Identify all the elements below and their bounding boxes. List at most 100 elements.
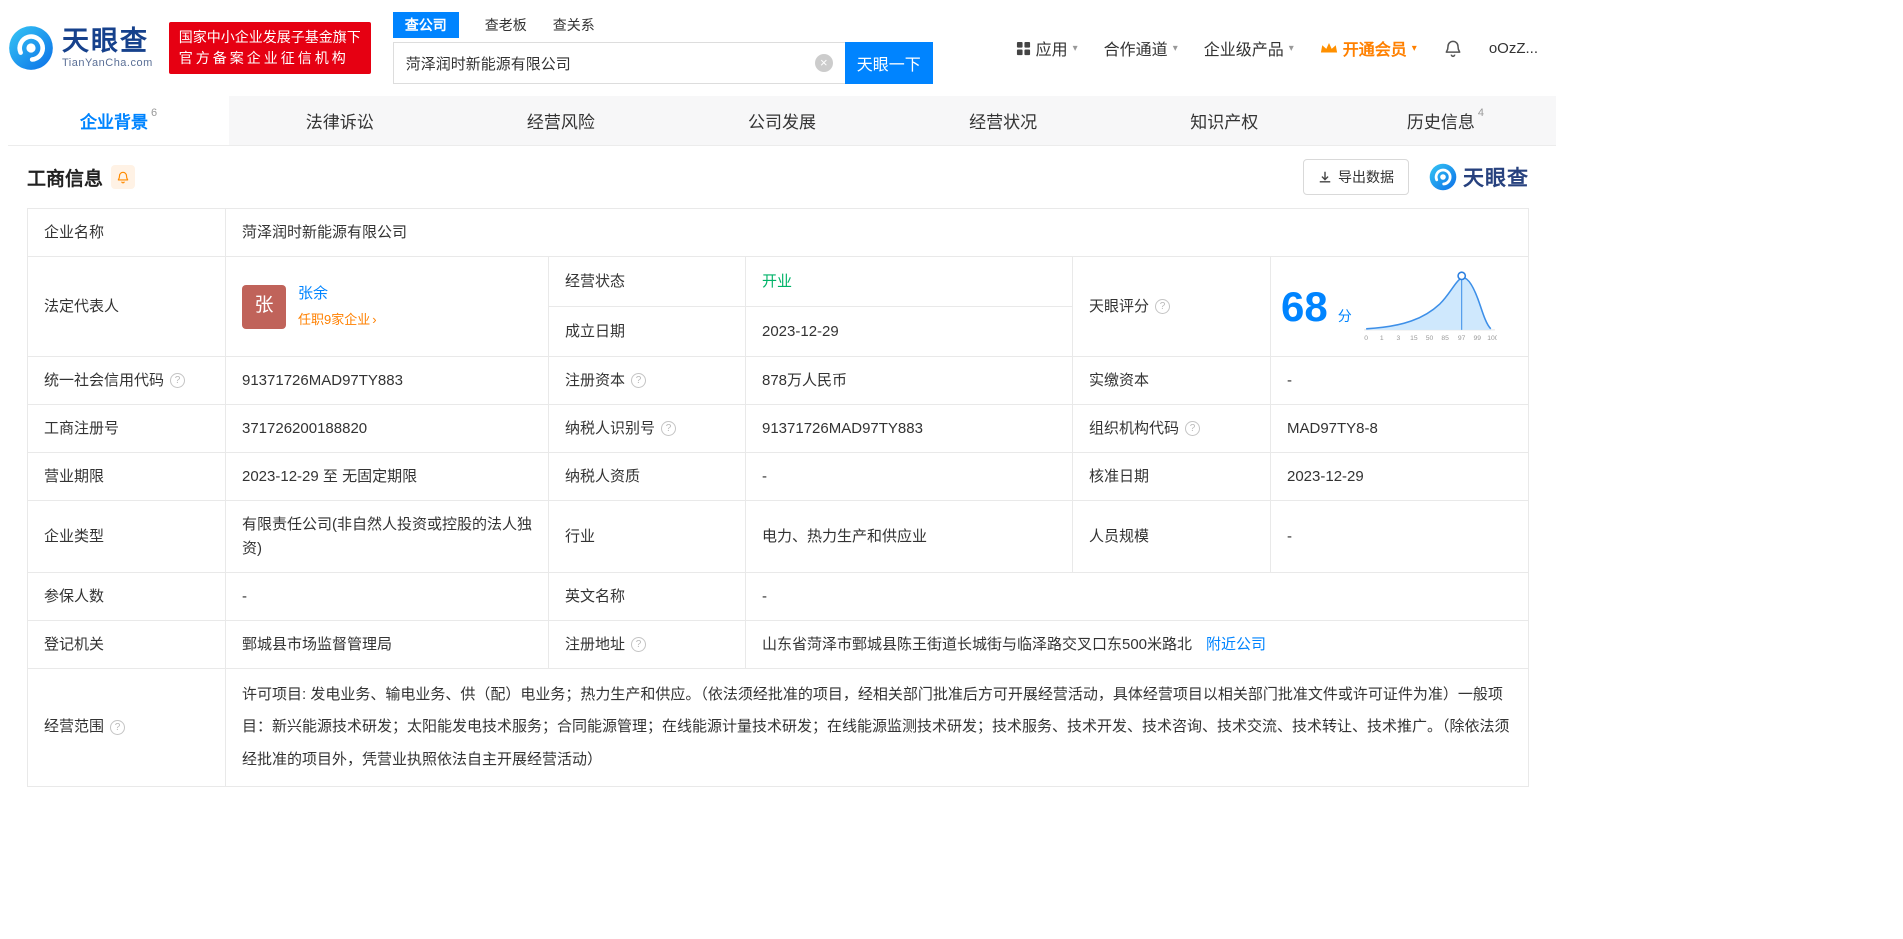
nav-tab-risk[interactable]: 经营风险 [450, 96, 671, 145]
help-icon[interactable]: ? [631, 373, 647, 388]
nav-tab-count: 6 [151, 107, 158, 119]
clear-icon[interactable]: × [814, 54, 833, 72]
search-tabs: 查公司 查老板 查关系 [392, 12, 933, 38]
search-tab-relation[interactable]: 查关系 [553, 12, 595, 38]
table-row: 企业类型 有限责任公司(非自然人投资或控股的法人独资) 行业 电力、热力生产和供… [28, 501, 1529, 573]
chevron-down-icon: ▾ [1172, 42, 1178, 54]
value-address: 山东省菏泽市鄄城县陈王街道长城街与临泽路交叉口东500米路北 附近公司 [746, 621, 1529, 669]
nav-tab-label: 知识产权 [1190, 113, 1259, 132]
svg-text:99: 99 [1473, 335, 1481, 342]
nav-tab-label: 经营风险 [526, 113, 595, 132]
chevron-right-icon: › [372, 312, 377, 328]
value-company-type: 有限责任公司(非自然人投资或控股的法人独资) [226, 501, 549, 573]
section-title: 工商信息 [27, 168, 104, 190]
grid-icon [1016, 41, 1030, 55]
svg-text:3: 3 [1396, 335, 1400, 342]
value-business-status: 开业 [746, 257, 1073, 307]
subscribe-bell-icon[interactable] [111, 165, 136, 189]
gov-badge: 国家中小企业发展子基金旗下 官方备案企业征信机构 [168, 22, 371, 74]
gov-badge-line1: 国家中小企业发展子基金旗下 [178, 29, 361, 45]
brand-name: 天眼查 [62, 26, 149, 57]
value-paid-capital: - [1271, 357, 1529, 405]
label-business-term: 营业期限 [28, 453, 226, 501]
value-taxpayer-quality: - [746, 453, 1073, 501]
help-icon[interactable]: ? [170, 373, 186, 388]
value-staff-size: - [1271, 501, 1529, 573]
help-icon[interactable]: ? [661, 421, 677, 436]
tianyancha-watermark-icon [1429, 163, 1457, 191]
search-input[interactable] [392, 42, 845, 84]
label-address: 注册地址 ? [549, 621, 746, 669]
page: 天眼查 TianYanCha.com 国家中小企业发展子基金旗下 官方备案企业征… [0, 0, 1556, 787]
svg-text:1: 1 [1380, 335, 1384, 342]
value-insured-count: - [226, 573, 549, 621]
help-icon[interactable]: ? [631, 637, 647, 652]
value-established-date: 2023-12-29 [746, 307, 1073, 357]
svg-text:15: 15 [1410, 335, 1418, 342]
tianyancha-logo-icon [9, 26, 53, 70]
label-tianyan-score: 天眼评分 ? [1073, 257, 1271, 357]
legal-rep-name-link[interactable]: 张余 [298, 282, 377, 306]
menu-vip-label: 开通会员 [1342, 42, 1407, 59]
svg-text:0: 0 [1364, 335, 1368, 342]
score-unit: 分 [1337, 308, 1352, 325]
chevron-down-icon: ▾ [1411, 42, 1417, 54]
company-section-nav: 企业背景 6 法律诉讼 经营风险 公司发展 经营状况 知识产权 历史信息 4 [8, 96, 1556, 146]
search-tab-company[interactable]: 查公司 [392, 12, 459, 38]
table-row: 统一社会信用代码 ? 91371726MAD97TY883 注册资本 ? 878… [28, 357, 1529, 405]
label-business-scope: 经营范围 ? [28, 669, 226, 787]
gov-badge-line2: 官方备案企业征信机构 [178, 50, 349, 66]
search-button[interactable]: 天眼一下 [844, 42, 933, 84]
nearby-companies-link[interactable]: 附近公司 [1206, 633, 1266, 657]
menu-enterprise-products[interactable]: 企业级产品 ▾ [1204, 36, 1294, 60]
nav-tab-label: 企业背景 [80, 113, 148, 132]
section-head: 工商信息 导出数据 天眼查 [27, 146, 1529, 208]
value-registry: 鄄城县市场监督管理局 [226, 621, 549, 669]
label-taxpayer-quality: 纳税人资质 [549, 453, 746, 501]
menu-vip[interactable]: 开通会员 ▾ [1320, 36, 1417, 60]
nav-tab-ip[interactable]: 知识产权 [1114, 96, 1335, 145]
value-org-code: MAD97TY8-8 [1271, 405, 1529, 453]
nav-tab-history[interactable]: 历史信息 4 [1335, 96, 1556, 145]
tianyancha-watermark-label: 天眼查 [1463, 167, 1529, 190]
search-area: 查公司 查老板 查关系 × 天眼一下 [392, 12, 933, 84]
label-industry: 行业 [549, 501, 746, 573]
value-tianyan-score[interactable]: 68 分 0 1 3 15 50 85 97 99 10 [1271, 257, 1529, 357]
label-established-date: 成立日期 [549, 307, 746, 357]
export-data-button[interactable]: 导出数据 [1303, 159, 1409, 195]
table-row: 工商注册号 371726200188820 纳税人识别号 ? 91371726M… [28, 405, 1529, 453]
section-head-right: 导出数据 天眼查 [1303, 159, 1529, 195]
label-company-type: 企业类型 [28, 501, 226, 573]
svg-text:100: 100 [1487, 335, 1497, 342]
value-legal-rep: 张 张余 任职9家企业 › [226, 257, 549, 357]
tianyancha-logo[interactable]: 天眼查 TianYanCha.com [8, 25, 153, 71]
value-business-term: 2023-12-29 至 无固定期限 [226, 453, 549, 501]
label-approval-date: 核准日期 [1073, 453, 1271, 501]
nav-tab-operation[interactable]: 经营状况 [893, 96, 1114, 145]
legal-rep-positions-link[interactable]: 任职9家企业 › [298, 310, 377, 331]
search-tab-boss[interactable]: 查老板 [485, 12, 527, 38]
label-legal-rep: 法定代表人 [28, 257, 226, 357]
value-approval-date: 2023-12-29 [1271, 453, 1529, 501]
notification-bell-icon[interactable] [1443, 38, 1463, 58]
table-row: 经营范围 ? 许可项目: 发电业务、输电业务、供（配）电业务；热力生产和供应。（… [28, 669, 1529, 787]
nav-tab-background[interactable]: 企业背景 6 [8, 96, 230, 145]
value-english-name: - [746, 573, 1529, 621]
legal-rep-avatar[interactable]: 张 [242, 284, 286, 329]
svg-text:85: 85 [1441, 335, 1449, 342]
label-reg-number: 工商注册号 [28, 405, 226, 453]
user-account[interactable]: oOzZ... [1489, 40, 1538, 57]
tianyancha-watermark: 天眼查 [1429, 162, 1529, 192]
help-icon[interactable]: ? [110, 719, 126, 735]
table-row: 企业名称 菏泽润时新能源有限公司 [28, 209, 1529, 257]
help-icon[interactable]: ? [1185, 421, 1201, 436]
nav-tab-legal[interactable]: 法律诉讼 [229, 96, 450, 145]
nav-tab-label: 法律诉讼 [305, 113, 374, 132]
nav-tab-development[interactable]: 公司发展 [671, 96, 892, 145]
menu-cooperation[interactable]: 合作通道 ▾ [1104, 36, 1178, 60]
value-reg-number: 371726200188820 [226, 405, 549, 453]
menu-apps[interactable]: 应用 ▾ [1016, 36, 1078, 60]
help-icon[interactable]: ? [1155, 299, 1171, 314]
export-data-label: 导出数据 [1338, 169, 1394, 185]
chevron-down-icon: ▾ [1072, 42, 1078, 54]
